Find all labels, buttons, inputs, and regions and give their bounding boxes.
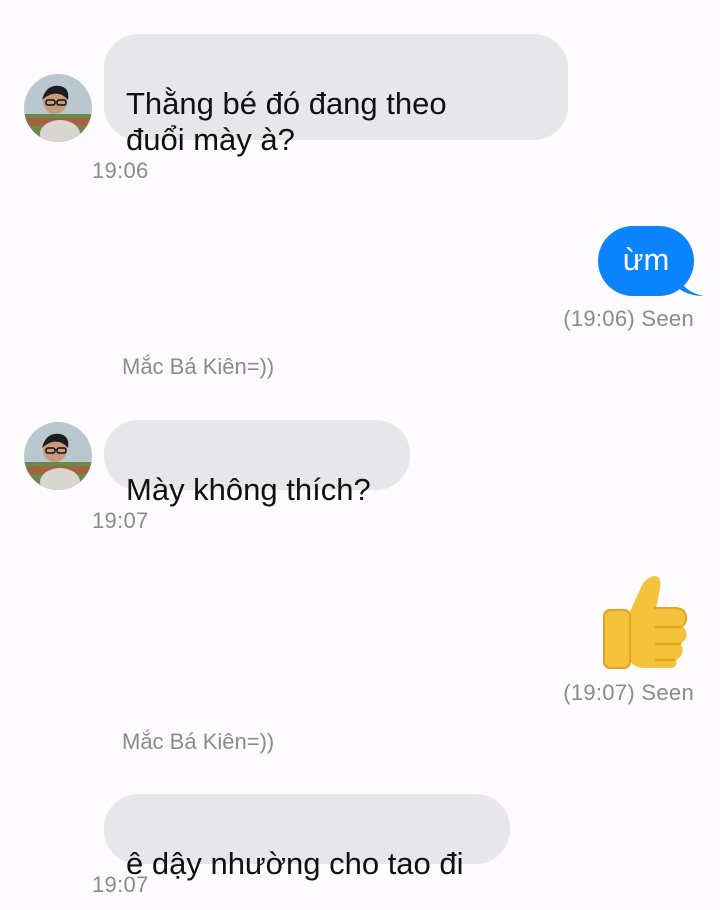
incoming-message-bubble[interactable]: Mày không thích? xyxy=(104,420,410,507)
chat-thread: Thằng bé đó đang theo đuổi mày à? 19:06 … xyxy=(0,0,720,910)
message-timestamp: 19:07 xyxy=(92,508,149,533)
message-timestamp: 19:07 xyxy=(92,872,149,897)
nickname-note: Mắc Bá Kiên=)) xyxy=(122,729,275,754)
incoming-message-bubble[interactable]: Thằng bé đó đang theo đuổi mày à? xyxy=(104,34,568,157)
message-timestamp: 19:06 xyxy=(92,158,149,183)
message-text: ừm xyxy=(622,242,670,277)
incoming-message-bubble[interactable]: ê dậy nhường cho tao đi xyxy=(104,794,510,881)
nickname-note: Mắc Bá Kiên=)) xyxy=(122,354,275,379)
seen-status: (19:07) Seen xyxy=(563,680,694,705)
bubble-tail-icon xyxy=(676,272,704,296)
contact-avatar[interactable] xyxy=(24,422,92,490)
message-text: ê dậy nhường cho tao đi xyxy=(126,846,464,881)
outgoing-message-bubble[interactable]: ừm xyxy=(598,226,704,296)
message-text: Thằng bé đó đang theo đuổi mày à? xyxy=(126,86,447,157)
seen-status: (19:06) Seen xyxy=(563,306,694,331)
thumbs-up-icon[interactable] xyxy=(600,572,692,672)
contact-avatar[interactable] xyxy=(24,74,92,142)
avatar-photo-icon xyxy=(24,74,92,142)
message-text: Mày không thích? xyxy=(126,472,371,507)
avatar-photo-icon xyxy=(24,422,92,490)
